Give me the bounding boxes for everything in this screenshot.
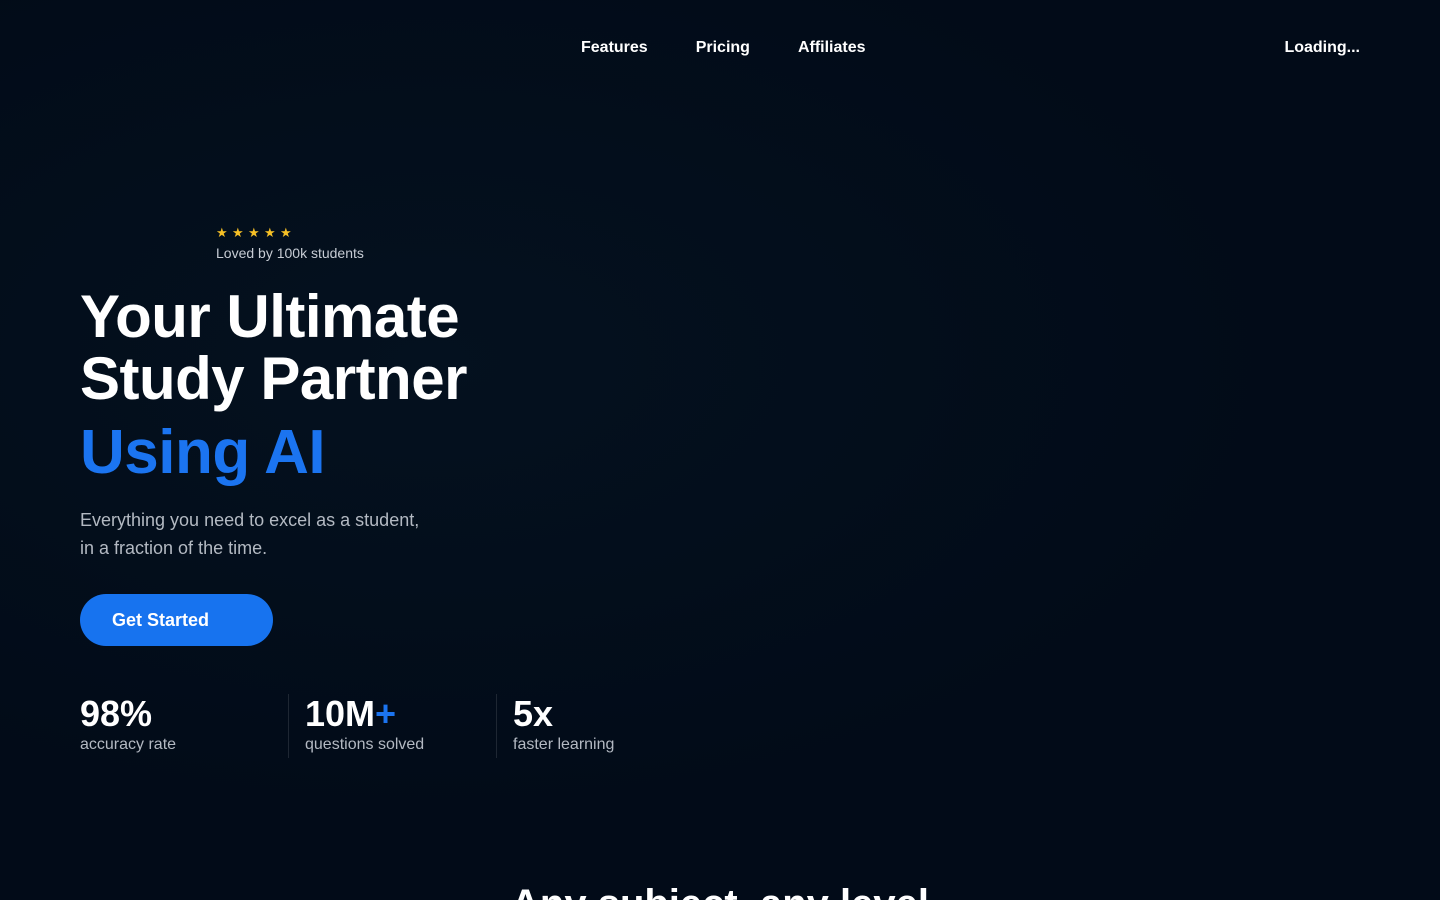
section-title-subjects: Any subject, any level [0, 880, 1440, 900]
top-nav: Features Pricing Affiliates Loading... [0, 0, 1440, 96]
stat-accuracy: 98% accuracy rate [80, 694, 288, 758]
stat-number: 10M [305, 693, 376, 734]
stat-value: 5x [513, 694, 696, 734]
nav-link-affiliates[interactable]: Affiliates [798, 38, 866, 58]
stat-number: 5x [513, 693, 554, 734]
rating-badge: ★ ★ ★ ★ ★ Loved by 100k students [216, 226, 364, 262]
rating-text: Loved by 100k students [216, 245, 364, 261]
hero-headline: Your Ultimate Study Partner [80, 286, 467, 410]
stat-label: faster learning [513, 736, 615, 753]
subtext-line-2: in a fraction of the time. [80, 538, 268, 558]
stat-plus-suffix: + [375, 693, 397, 734]
stat-label: questions solved [305, 736, 425, 753]
stats-row: 98% accuracy rate 10M+ questions solved … [80, 694, 696, 758]
stat-value: 10M+ [305, 694, 496, 734]
stat-value: 98% [80, 694, 288, 734]
star-rating: ★ ★ ★ ★ ★ [216, 226, 364, 240]
nav-link-features[interactable]: Features [581, 38, 648, 58]
landing-page: Features Pricing Affiliates Loading... ★… [0, 0, 1440, 900]
subtext-line-1: Everything you need to excel as a studen… [80, 510, 420, 530]
nav-links: Features Pricing Affiliates [581, 38, 866, 58]
stat-number: 98% [80, 693, 153, 734]
auth-loading-status: Loading... [1284, 39, 1360, 56]
star-icon: ★ [216, 225, 228, 240]
star-icon: ★ [264, 225, 276, 240]
headline-line-1: Your Ultimate [80, 283, 460, 350]
nav-link-pricing[interactable]: Pricing [696, 38, 750, 58]
hero-subtext: Everything you need to excel as a studen… [80, 506, 419, 562]
star-icon: ★ [248, 225, 260, 240]
stat-label: accuracy rate [80, 736, 177, 753]
headline-line-2: Study Partner [80, 345, 467, 412]
get-started-button[interactable]: Get Started [80, 594, 273, 646]
star-icon: ★ [232, 225, 244, 240]
star-icon: ★ [280, 225, 292, 240]
hero-headline-accent: Using AI [80, 418, 326, 487]
stat-questions: 10M+ questions solved [288, 694, 496, 758]
stat-speed: 5x faster learning [496, 694, 696, 758]
